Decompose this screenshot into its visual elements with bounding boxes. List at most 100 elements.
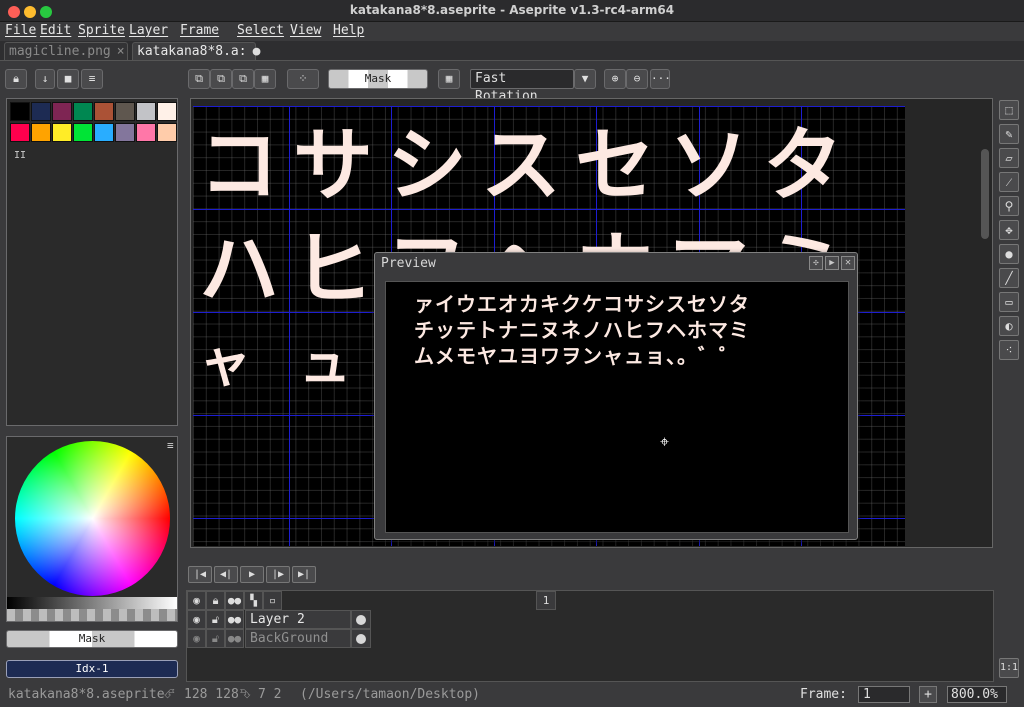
palette-swatch[interactable] <box>136 123 156 142</box>
tab-magicline[interactable]: magicline.png × <box>4 42 128 60</box>
tab-katakana[interactable]: katakana8*8.a: ● <box>132 42 260 60</box>
horizontal-scrollbar[interactable] <box>623 547 878 548</box>
paint-bucket-icon[interactable]: ● <box>999 244 1019 264</box>
lock-icon[interactable]: 🔓︎ <box>206 629 225 648</box>
rotation-dropdown-icon[interactable]: ▼ <box>574 69 596 89</box>
palette-swatch[interactable] <box>31 123 51 142</box>
lock-icon[interactable]: 🔓︎ <box>206 610 225 629</box>
continuous-header-icon[interactable]: ●● <box>225 591 244 610</box>
rectangle-marquee-icon[interactable]: ⬚ <box>999 100 1019 120</box>
palette-swatch[interactable] <box>157 102 177 121</box>
palette-swatch[interactable] <box>52 102 72 121</box>
spray-icon[interactable]: ⁖ <box>999 340 1019 360</box>
first-frame-button[interactable]: |◀ <box>188 566 212 583</box>
palette-swatch[interactable] <box>73 102 93 121</box>
layer-name[interactable]: Layer 2 <box>245 610 351 629</box>
palette-swatch[interactable] <box>94 123 114 142</box>
alpha-gradient-bar[interactable] <box>7 609 177 621</box>
menu-sprite[interactable]: Sprite <box>78 23 125 38</box>
palette-swatch[interactable] <box>52 123 72 142</box>
next-frame-button[interactable]: |▶ <box>266 566 290 583</box>
blur-icon[interactable]: ◐ <box>999 316 1019 336</box>
menu-icon[interactable]: ≡ <box>167 439 174 452</box>
sel-intersect-icon[interactable]: ▦ <box>254 69 276 89</box>
continuous-icon[interactable]: ●● <box>225 629 244 648</box>
palette-swatch[interactable] <box>10 102 30 121</box>
group-header-icon[interactable]: ▚ <box>244 591 263 610</box>
menu-select[interactable]: Select <box>237 23 284 38</box>
eyedropper-icon[interactable]: ⁄ <box>999 172 1019 192</box>
menu-frame[interactable]: Frame <box>180 23 219 38</box>
eye-icon[interactable]: ◉ <box>187 610 206 629</box>
more-options-button[interactable]: ··· <box>650 69 671 89</box>
pencil-icon[interactable]: ✎ <box>999 124 1019 144</box>
last-frame-button[interactable]: ▶| <box>292 566 316 583</box>
line-icon[interactable]: ╱ <box>999 268 1019 288</box>
eraser-icon[interactable]: ▱ <box>999 148 1019 168</box>
layer-name[interactable]: BackGround <box>245 629 351 648</box>
palette-swatch[interactable] <box>73 123 93 142</box>
preview-window[interactable]: Preview ✣ ▶ ✕ ァイウエオカキクケコサシスセソタ チッテトナニヌネノ… <box>374 252 858 540</box>
menu-layer[interactable]: Layer <box>129 23 168 38</box>
lock-icon[interactable]: 🔒︎ <box>5 69 27 89</box>
zoom-input[interactable]: 800.0% <box>947 686 1007 703</box>
center-icon[interactable]: ✣ <box>809 256 823 270</box>
palette-swatch[interactable] <box>10 123 30 142</box>
frame-cel[interactable] <box>351 629 371 648</box>
continuous-icon[interactable]: ●● <box>225 610 244 629</box>
color-index-button[interactable]: Idx-1 <box>6 660 178 678</box>
palette-swatch[interactable] <box>115 102 135 121</box>
play-icon[interactable]: ▶ <box>825 256 839 270</box>
palette-panel: II <box>6 98 178 426</box>
color-wheel[interactable] <box>15 441 170 596</box>
close-icon[interactable]: ✕ <box>841 256 855 270</box>
pixel-grid-icon[interactable]: ▦ <box>438 69 460 89</box>
palette-swatch[interactable] <box>136 102 156 121</box>
layer-row[interactable]: ◉ 🔓︎ ●● BackGround <box>187 629 371 648</box>
tab-modified-icon[interactable]: ● <box>253 44 261 59</box>
onion-skin-icon[interactable]: ▫ <box>263 591 282 610</box>
vertical-scrollbar[interactable] <box>981 149 989 239</box>
menu-help[interactable]: Help <box>333 23 364 38</box>
sprite-row: コサシスセソタ <box>199 119 857 212</box>
tab-close-icon[interactable]: × <box>117 44 125 59</box>
menu-view[interactable]: View <box>290 23 321 38</box>
pivot-h-icon[interactable]: ⊖ <box>626 69 648 89</box>
menu-file[interactable]: File <box>5 23 36 38</box>
mask-button[interactable]: Mask <box>328 69 428 89</box>
move-icon[interactable]: ✥ <box>999 220 1019 240</box>
zoom-icon[interactable]: ⚲ <box>999 196 1019 216</box>
palette-swatch[interactable] <box>31 102 51 121</box>
layer-row[interactable]: ◉ 🔓︎ ●● Layer 2 <box>187 610 371 629</box>
menu-edit[interactable]: Edit <box>40 23 71 38</box>
down-arrow-icon[interactable]: ↓ <box>35 69 55 89</box>
pivot-icon[interactable]: ⊕ <box>604 69 626 89</box>
mask-color-button[interactable]: Mask <box>6 630 178 648</box>
play-animation-button[interactable]: ▶ <box>240 566 264 583</box>
lock-header-icon[interactable]: 🔒︎ <box>206 591 225 610</box>
auto-select-icon[interactable]: ⁘ <box>287 69 319 89</box>
value-gradient-bar[interactable] <box>7 597 177 609</box>
rotation-select[interactable]: Fast Rotation <box>470 69 574 104</box>
preview-line: チッテトナニヌネノハヒフヘホマミ <box>414 318 750 342</box>
zoom-reset-button[interactable]: 1:1 <box>999 658 1019 678</box>
eye-icon[interactable]: ◉ <box>187 629 206 648</box>
preview-line: ムメモヤユヨワヲンャュョ、。゛゜ <box>414 344 740 368</box>
file-icon[interactable]: ■ <box>57 69 79 89</box>
list-icon[interactable]: ≡ <box>81 69 103 89</box>
frame-input[interactable]: 1 <box>858 686 910 703</box>
palette-swatch[interactable] <box>94 102 114 121</box>
sel-add-icon[interactable]: ⧉ <box>210 69 232 89</box>
visibility-header-icon[interactable]: ◉ <box>187 591 206 610</box>
frame-cel[interactable] <box>351 610 371 629</box>
palette-swatch[interactable] <box>157 123 177 142</box>
sel-replace-icon[interactable]: ⧉ <box>188 69 210 89</box>
palette-swatch[interactable] <box>115 123 135 142</box>
color-wheel-panel: ≡ <box>6 436 178 622</box>
add-frame-button[interactable]: + <box>919 686 937 703</box>
previous-frame-button[interactable]: ◀| <box>214 566 238 583</box>
preview-line: ァイウエオカキクケコサシスセソタ <box>414 292 750 316</box>
rectangle-icon[interactable]: ▭ <box>999 292 1019 312</box>
sel-subtract-icon[interactable]: ⧉ <box>232 69 254 89</box>
frame-number-header[interactable]: 1 <box>536 591 556 610</box>
